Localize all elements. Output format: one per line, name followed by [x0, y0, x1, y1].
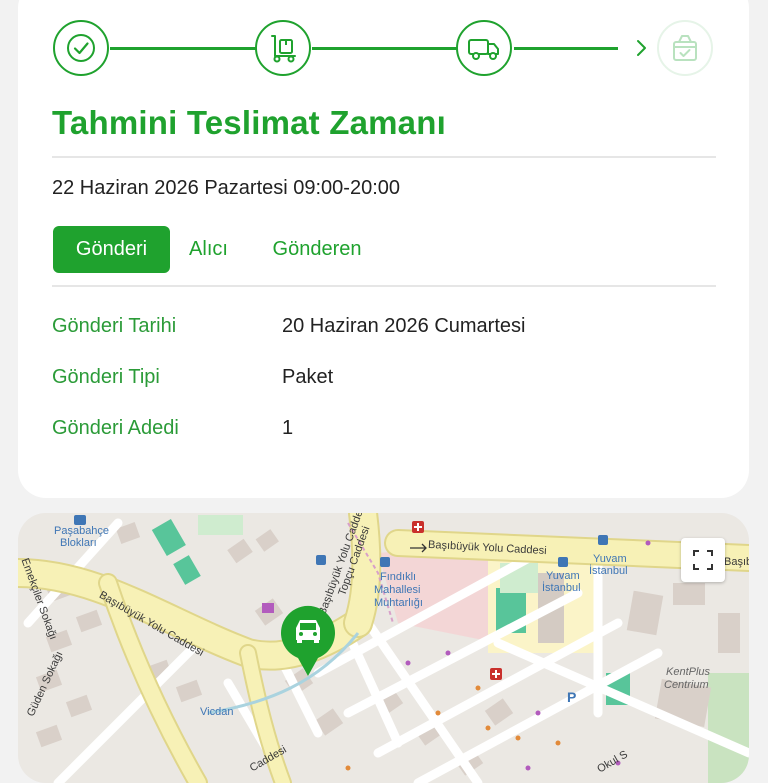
tab-label: Gönderi: [75, 238, 148, 260]
step-order-received: [53, 20, 109, 76]
step-delivered: [657, 20, 713, 76]
detail-value: 1: [282, 417, 294, 439]
map-label: Fındıklı: [380, 571, 417, 583]
map-label: KentPlus: [666, 666, 711, 678]
delivery-map[interactable]: Paşabahçe Blokları Emekçiler Sokağı Başı…: [18, 513, 749, 783]
tab-gonderen[interactable]: Gönderen: [258, 226, 376, 273]
tab-label: Gönderen: [272, 238, 362, 260]
tab-label: Alıcı: [189, 238, 228, 260]
map-label: Vicdan: [200, 706, 234, 718]
map-label: İstanbul: [589, 565, 628, 577]
divider: [52, 285, 716, 287]
delivery-progress-stepper: [0, 0, 768, 100]
divider: [52, 156, 716, 158]
map-label: Paşabahçe: [54, 525, 110, 537]
map-label: Yuvam: [593, 553, 627, 565]
step-picked-up: [255, 20, 311, 76]
hand-truck-icon: [271, 35, 296, 63]
detail-value: Paket: [282, 366, 334, 388]
parking-icon: P: [567, 689, 577, 705]
step-connector: [312, 47, 458, 50]
step-connector: [514, 47, 618, 50]
step-in-transit: [456, 20, 512, 76]
fullscreen-button[interactable]: [681, 538, 725, 582]
step-connector: [110, 47, 256, 50]
detail-value: 20 Haziran 2026 Cumartesi: [282, 315, 526, 337]
detail-label: Gönderi Adedi: [52, 417, 179, 439]
car-icon: [296, 620, 320, 643]
map-label: Muhtarlığı: [374, 597, 423, 609]
map-tiles: [18, 513, 749, 783]
check-icon: [67, 34, 95, 62]
map-label: İstanbul: [542, 582, 581, 594]
tab-gonderi[interactable]: Gönderi: [53, 226, 170, 273]
map-label: Yuvam: [546, 570, 580, 582]
delivery-window: 22 Haziran 2026 Pazartesi 09:00-20:00: [52, 177, 401, 199]
detail-label: Gönderi Tipi: [52, 366, 160, 388]
map-label: Başıbüy: [724, 556, 749, 568]
page-title: Tahmini Teslimat Zamanı: [52, 104, 446, 141]
map-label: Mahallesi: [374, 584, 421, 596]
vehicle-location-marker[interactable]: [278, 604, 338, 678]
detail-label: Gönderi Tarihi: [52, 315, 177, 337]
chevron-right-icon: [637, 40, 646, 56]
map-label: Centrium: [664, 679, 709, 691]
package-check-icon: [673, 35, 697, 61]
delivery-truck-icon: [468, 39, 499, 60]
map-label: Blokları: [60, 537, 97, 549]
tab-alici[interactable]: Alıcı: [180, 226, 237, 273]
fullscreen-icon: [693, 550, 713, 570]
